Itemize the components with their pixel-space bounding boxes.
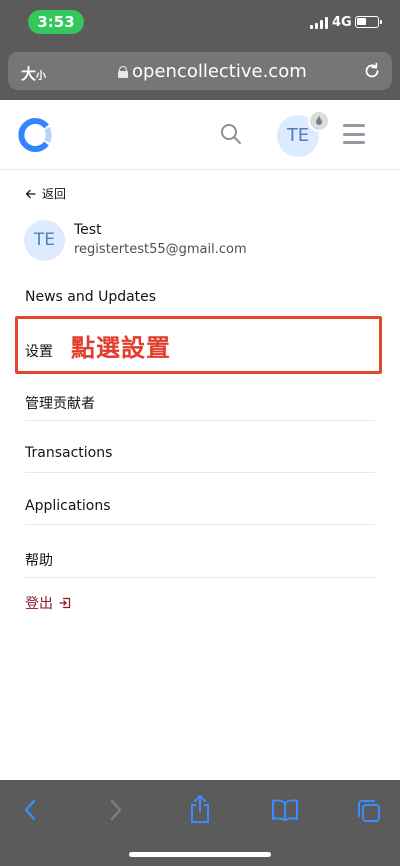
home-indicator	[129, 852, 271, 857]
address-bar[interactable]: 大小 opencollective.com	[8, 52, 392, 90]
logout-link[interactable]: 登出	[25, 593, 71, 613]
menu-toggle-icon[interactable]	[343, 124, 365, 144]
logout-icon	[59, 597, 71, 609]
menu-item-help[interactable]: 帮助	[25, 550, 53, 570]
user-email: registertest55@gmail.com	[74, 242, 247, 257]
arrow-left-icon	[25, 189, 36, 198]
url-display[interactable]: opencollective.com	[118, 61, 307, 82]
menu-item-applications[interactable]: Applications	[25, 498, 111, 514]
status-bar: 3:53 4G	[0, 0, 400, 44]
status-time: 3:53	[28, 10, 84, 34]
browser-address-area: 大小 opencollective.com	[0, 44, 400, 100]
reload-icon[interactable]	[362, 61, 382, 81]
site-header: TE	[0, 100, 400, 170]
battery-icon	[355, 16, 382, 28]
divider	[25, 472, 375, 473]
menu-item-transactions[interactable]: Transactions	[25, 445, 112, 461]
search-icon[interactable]	[219, 122, 243, 146]
user-avatar: TE	[24, 220, 65, 261]
annotation-label: 點選設置	[71, 334, 171, 362]
lock-icon	[118, 65, 128, 78]
back-label: 返回	[42, 187, 67, 201]
back-arrow-icon[interactable]	[22, 798, 38, 822]
menu-item-manage-contributors[interactable]: 管理贡献者	[25, 393, 95, 413]
divider	[25, 577, 375, 578]
share-icon[interactable]	[188, 794, 212, 824]
user-name: Test	[74, 222, 102, 238]
logout-label: 登出	[25, 596, 53, 612]
opencollective-logo[interactable]	[16, 116, 54, 154]
url-text: opencollective.com	[132, 61, 307, 82]
text-size-button[interactable]: 大小	[21, 63, 46, 84]
divider	[25, 524, 375, 525]
menu-item-news-and-updates[interactable]: News and Updates	[25, 289, 156, 305]
signal-icon	[310, 17, 328, 29]
flame-icon	[316, 115, 322, 125]
divider	[25, 420, 375, 421]
forward-arrow-icon[interactable]	[108, 798, 124, 822]
back-link[interactable]: 返回	[25, 185, 66, 202]
notification-badge-icon[interactable]	[308, 110, 330, 132]
tabs-icon[interactable]	[356, 798, 382, 824]
network-label: 4G	[332, 15, 352, 30]
bookmarks-icon[interactable]	[271, 798, 299, 822]
